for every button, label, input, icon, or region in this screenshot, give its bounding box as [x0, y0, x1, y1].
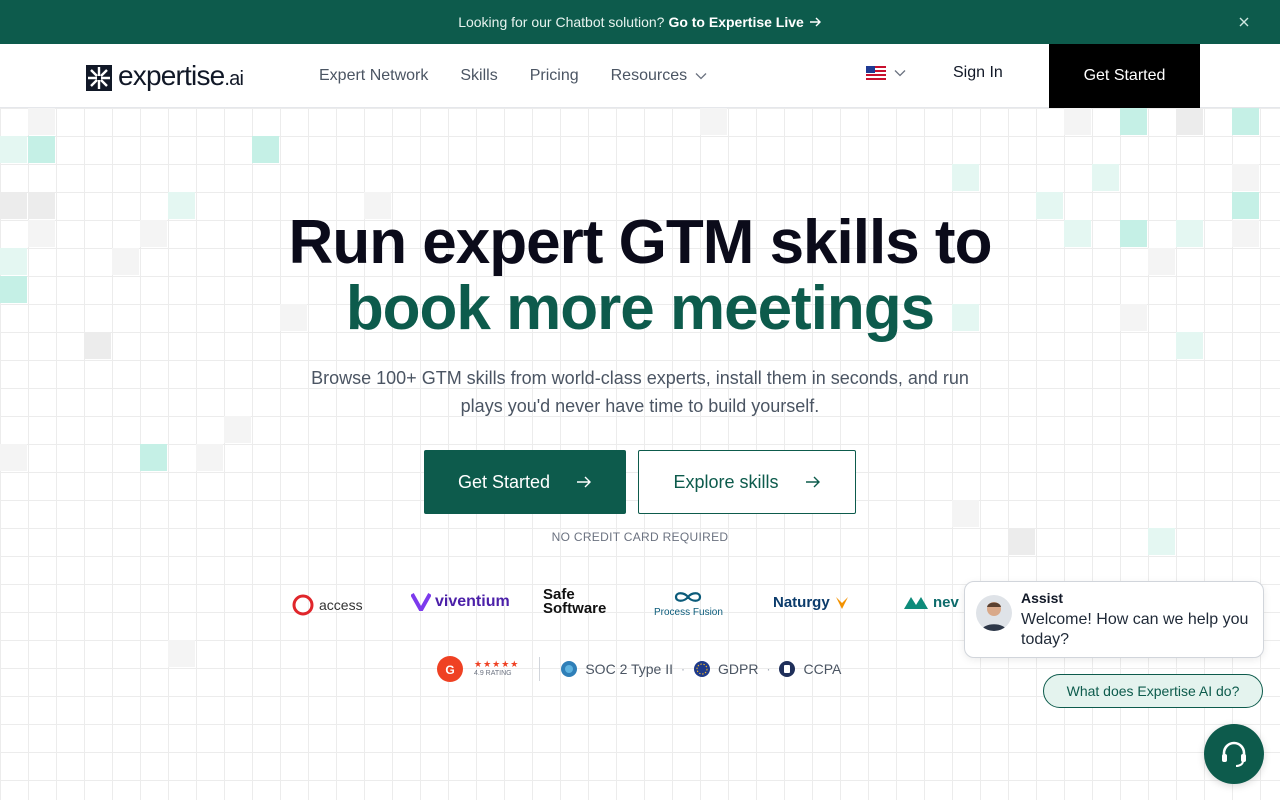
explore-skills-button[interactable]: Explore skills — [638, 450, 856, 514]
customer-logo-access: access — [291, 594, 363, 616]
hero-get-started-label: Get Started — [457, 471, 551, 492]
avatar — [976, 595, 1012, 631]
us-flag-icon — [866, 66, 886, 80]
hero-headline-highlight: book more meetings — [345, 274, 935, 343]
naturgy-logo-icon — [835, 596, 848, 609]
announcement-link-label: Go to Expertise Live — [668, 14, 804, 30]
customer-logo-viventium: viventium — [411, 593, 510, 611]
brand-logo[interactable]: expertise.ai — [86, 60, 244, 94]
arrow-right-icon — [809, 17, 821, 27]
soc2-badge: SOC 2 Type II — [560, 660, 673, 678]
hero-subheadline: Browse 100+ GTM skills from world-class … — [311, 368, 969, 416]
logo-wordmark: expertise.ai — [118, 60, 244, 91]
customer-logo-naturgy: Naturgy — [773, 594, 850, 611]
logo-mark-icon — [86, 64, 112, 91]
nav-resources-label: Resources — [610, 67, 688, 84]
announcement-text: Looking for our Chatbot solution? — [458, 14, 665, 30]
customer-logo-nev: nev — [903, 594, 959, 611]
g2-logo-icon: G — [437, 656, 463, 682]
trust-badges: G ★★★★★ 4.9 RATING SOC 2 Type II · GDPR … — [436, 653, 841, 685]
chat-agent-name: Assist — [1021, 590, 1064, 606]
chat-welcome-bubble[interactable]: Assist Welcome! How can we help you toda… — [964, 581, 1264, 658]
hero-get-started-button[interactable]: Get Started — [424, 450, 626, 514]
rating-label: 4.9 RATING — [474, 670, 512, 677]
arrow-right-icon — [805, 476, 820, 488]
nav-expert-network[interactable]: Expert Network — [319, 67, 428, 85]
main-nav: Expert Network Skills Pricing Resources — [319, 44, 707, 108]
customer-logo-process-fusion: Process Fusion — [654, 588, 723, 618]
nev-logo-icon — [904, 596, 928, 609]
rating-stars: ★★★★★ — [474, 659, 520, 669]
viventium-logo-icon — [411, 593, 431, 611]
ccpa-badge: CCPA — [778, 660, 841, 678]
header-get-started-button[interactable]: Get Started — [1049, 44, 1200, 108]
gdpr-badge: GDPR — [693, 660, 758, 678]
svg-text:G: G — [445, 663, 454, 677]
separator-dot: · — [766, 662, 771, 676]
divider — [539, 657, 541, 681]
explore-skills-label: Explore skills — [673, 471, 779, 492]
chevron-down-icon — [894, 70, 906, 77]
announcement-link[interactable]: Go to Expertise Live — [668, 14, 821, 30]
close-icon[interactable] — [1236, 14, 1252, 30]
access-logo-icon — [292, 594, 314, 616]
chevron-down-icon — [695, 73, 707, 80]
soc2-icon — [561, 661, 578, 677]
nav-resources[interactable]: Resources — [611, 67, 707, 85]
sign-in-link[interactable]: Sign In — [953, 64, 1003, 82]
nav-pricing[interactable]: Pricing — [530, 67, 579, 85]
gdpr-icon — [694, 661, 711, 677]
ccpa-icon — [779, 661, 796, 677]
nav-skills[interactable]: Skills — [460, 67, 497, 85]
no-credit-card-note: NO CREDIT CARD REQUIRED — [551, 530, 729, 544]
g2-rating: G ★★★★★ 4.9 RATING — [436, 655, 519, 683]
hero-headline: Run expert GTM skills to — [288, 208, 993, 277]
arrow-right-icon — [577, 476, 592, 488]
chat-suggestion-button[interactable]: What does Expertise AI do? — [1043, 674, 1263, 708]
separator-dot: · — [681, 662, 686, 676]
headset-icon — [1222, 741, 1246, 767]
site-header: expertise.ai Expert Network Skills Prici… — [0, 44, 1280, 108]
process-fusion-logo-icon — [675, 592, 702, 602]
customer-logo-safe-software: Safe Software — [543, 586, 607, 617]
chat-welcome-message: Welcome! How can we help you today? — [1021, 611, 1249, 648]
language-selector[interactable] — [866, 66, 906, 80]
announcement-bar: Looking for our Chatbot solution? Go to … — [0, 0, 1280, 44]
chat-launcher-button[interactable] — [1204, 724, 1264, 784]
